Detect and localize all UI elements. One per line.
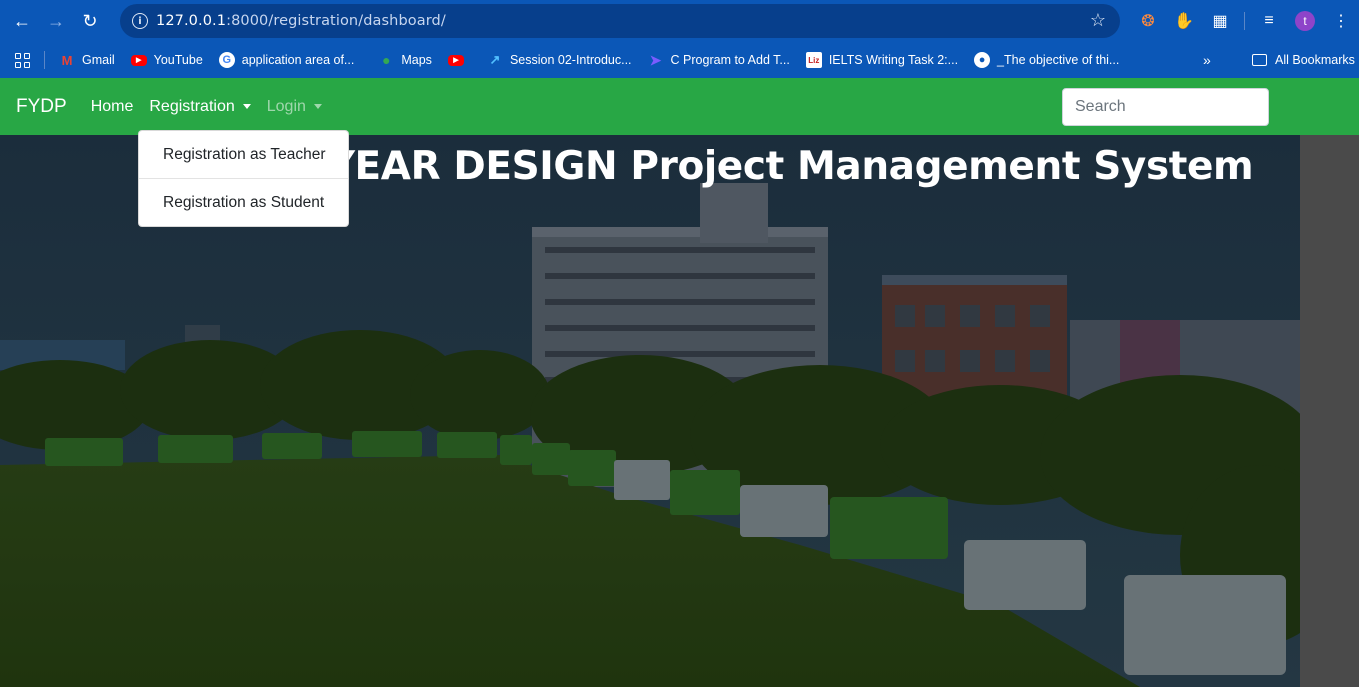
bookmark-session[interactable]: ↗ Session 02-Introduc... xyxy=(487,52,631,68)
session-icon: ↗ xyxy=(489,52,501,67)
nav-registration-label: Registration xyxy=(149,97,235,115)
url-text: 127.0.0.1:8000/registration/dashboard/ xyxy=(156,13,446,29)
profile-button[interactable]: t xyxy=(1287,4,1323,38)
apps-grid-icon[interactable] xyxy=(0,52,44,68)
bookmark-maps[interactable]: ● Maps xyxy=(378,52,432,68)
bookmarks-divider xyxy=(44,51,45,69)
bookmark-youtube[interactable]: ▶ YouTube xyxy=(130,53,203,67)
caret-down-icon xyxy=(242,104,251,109)
globe-icon: ● xyxy=(974,52,991,68)
liz-icon: Liz xyxy=(805,52,822,68)
folder-icon xyxy=(1252,54,1267,66)
media-queue-icon[interactable]: ≡ xyxy=(1251,4,1287,38)
gmail-icon: M xyxy=(61,52,73,68)
bookmark-application-area[interactable]: Gapplication area of... xyxy=(218,52,354,68)
avatar: t xyxy=(1295,11,1315,31)
google-icon: G xyxy=(218,52,235,68)
nav-login-label: Login xyxy=(266,97,306,115)
nav-home[interactable]: Home xyxy=(91,98,134,116)
address-bar[interactable]: i 127.0.0.1:8000/registration/dashboard/… xyxy=(120,4,1120,38)
extensions-area: ❂ ✋ ▦ ≡ t ⋮ xyxy=(1130,0,1359,42)
bookmarks-bar: M Gmail ▶ YouTube Gapplication area of... … xyxy=(0,42,1359,78)
search-input[interactable] xyxy=(1062,88,1269,126)
youtube-icon: ▶ xyxy=(447,54,464,66)
more-bookmarks-icon[interactable]: » xyxy=(1203,52,1211,68)
site-info-icon[interactable]: i xyxy=(124,13,156,29)
bookmark-ielts[interactable]: Liz IELTS Writing Task 2:... xyxy=(805,52,958,68)
bookmark-objective[interactable]: ● _The objective of thi... xyxy=(974,52,1119,68)
reload-icon[interactable]: ↻ xyxy=(73,4,107,38)
hand-extension-icon[interactable]: ✋ xyxy=(1166,4,1202,38)
all-bookmarks-button[interactable]: All Bookmarks xyxy=(1252,42,1355,78)
kebab-menu-icon[interactable]: ⋮ xyxy=(1323,4,1359,38)
c-program-icon: ➤ xyxy=(649,51,662,68)
bookmark-c-program[interactable]: ➤ C Program to Add T... xyxy=(648,52,790,68)
bookmark-gmail[interactable]: M Gmail xyxy=(59,52,115,68)
back-icon[interactable]: ← xyxy=(5,4,39,38)
forward-icon[interactable]: → xyxy=(39,4,73,38)
maps-icon: ● xyxy=(382,52,391,68)
bookmark-star-icon[interactable]: ☆ xyxy=(1090,10,1106,31)
nav-registration-dropdown[interactable]: Registration xyxy=(149,97,251,116)
browser-toolbar: ← → ↻ i 127.0.0.1:8000/registration/dash… xyxy=(0,0,1359,42)
caret-down-icon xyxy=(313,104,322,109)
flame-extension-icon[interactable]: ❂ xyxy=(1130,4,1166,38)
registration-dropdown-menu: Registration as Teacher Registration as … xyxy=(138,130,349,227)
youtube-icon: ▶ xyxy=(130,54,147,66)
dropdown-item-student[interactable]: Registration as Student xyxy=(139,179,348,227)
bookmark-youtube-2[interactable]: ▶ xyxy=(447,54,471,66)
puzzle-extensions-icon[interactable]: ▦ xyxy=(1202,4,1238,38)
nav-login-dropdown[interactable]: Login xyxy=(267,98,322,116)
site-navbar: FYDP Home Registration Login xyxy=(0,78,1359,135)
dropdown-item-teacher[interactable]: Registration as Teacher xyxy=(139,131,348,179)
page-scrollbar[interactable] xyxy=(1300,135,1359,687)
brand-link[interactable]: FYDP xyxy=(16,96,67,118)
toolbar-divider xyxy=(1244,12,1245,30)
